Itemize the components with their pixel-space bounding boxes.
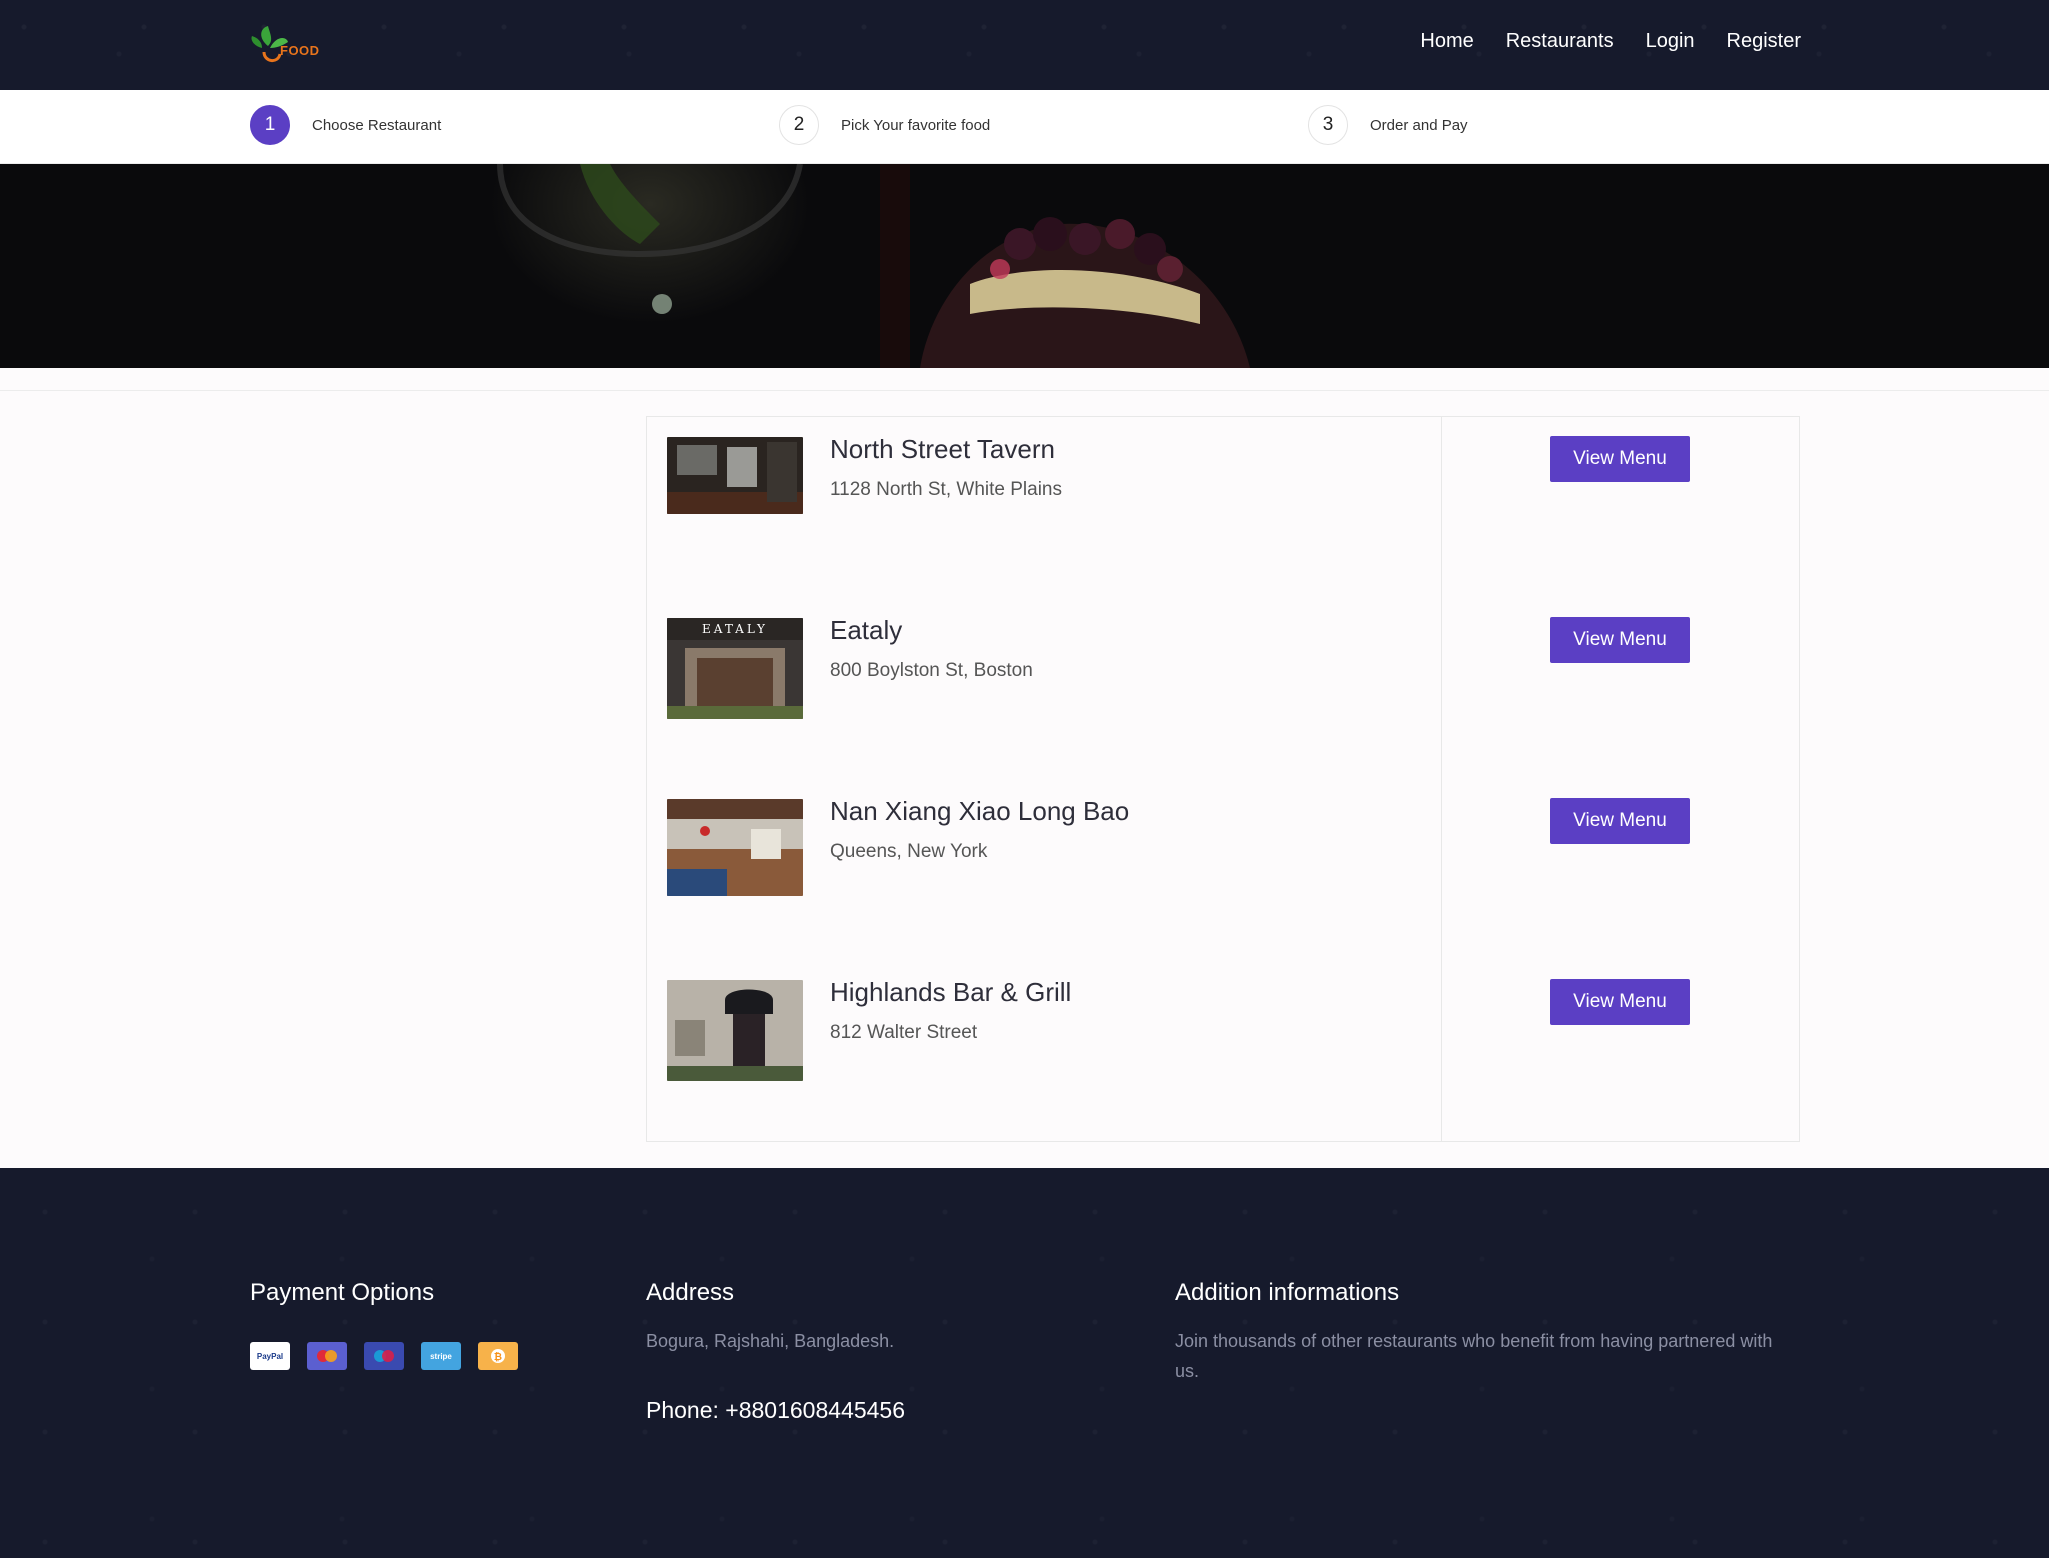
restaurant-address: 800 Boylston St, Boston [830, 660, 1033, 681]
payment-options-title: Payment Options [250, 1279, 435, 1306]
restaurant-name[interactable]: Eataly [830, 615, 902, 646]
nav-register[interactable]: Register [1727, 30, 1801, 53]
step-label: Choose Restaurant [312, 116, 442, 134]
nav-restaurants[interactable]: Restaurants [1506, 30, 1614, 53]
site-footer: Payment Options PayPal stripe ₿ Address … [0, 1168, 2049, 1558]
restaurant-name[interactable]: Highlands Bar & Grill [830, 977, 1071, 1008]
restaurant-list: North Street Tavern 1128 North St, White… [646, 416, 1800, 1142]
restaurant-address: 812 Walter Street [830, 1022, 978, 1043]
logo-text[interactable]: FOOD [280, 43, 320, 58]
step-label: Pick Your favorite food [841, 116, 991, 134]
top-navbar: FOOD Home Restaurants Login Register [0, 0, 2049, 90]
stripe-icon: stripe [421, 1342, 461, 1370]
phone-text: Phone: +8801608445456 [646, 1397, 906, 1423]
view-menu-button[interactable]: View Menu [1550, 436, 1690, 482]
paypal-icon: PayPal [250, 1342, 290, 1370]
step-number: 3 [1308, 105, 1348, 145]
restaurant-address: Queens, New York [830, 841, 988, 862]
eataly-sign-text: EATALY [702, 622, 768, 636]
restaurant-row: North Street Tavern 1128 North St, White… [647, 417, 1799, 537]
restaurant-name[interactable]: Nan Xiang Xiao Long Bao [830, 796, 1129, 827]
mastercard-icon [307, 1342, 347, 1370]
restaurant-thumbnail[interactable] [667, 437, 803, 514]
additional-info-title: Addition informations [1175, 1279, 1400, 1306]
restaurant-row: EATALY Eataly 800 Boylston St, Boston Vi… [647, 598, 1799, 719]
step-number: 1 [250, 105, 290, 145]
section-divider [0, 390, 2049, 391]
restaurant-thumbnail[interactable]: EATALY [667, 618, 803, 719]
hero-banner-image [0, 164, 2049, 368]
additional-info-text: Join thousands of other restaurants who … [1175, 1331, 1773, 1381]
bitcoin-icon: ₿ [478, 1342, 518, 1370]
order-steps: 1 Choose Restaurant 2 Pick Your favorite… [0, 90, 2049, 164]
step-pick-food: 2 Pick Your favorite food [779, 105, 990, 145]
view-menu-button[interactable]: View Menu [1550, 617, 1690, 663]
svg-text:₿: ₿ [494, 1351, 502, 1363]
maestro-icon [364, 1342, 404, 1370]
nav-home[interactable]: Home [1420, 30, 1473, 53]
view-menu-button[interactable]: View Menu [1550, 979, 1690, 1025]
restaurant-name[interactable]: North Street Tavern [830, 434, 1055, 465]
step-label: Order and Pay [1370, 116, 1468, 134]
payment-icons: PayPal stripe ₿ [250, 1342, 518, 1370]
restaurant-thumbnail[interactable] [667, 980, 803, 1081]
nav-login[interactable]: Login [1646, 30, 1695, 53]
step-number: 2 [779, 105, 819, 145]
restaurant-row: Highlands Bar & Grill 812 Walter Street … [647, 960, 1799, 1081]
address-title: Address [646, 1279, 735, 1306]
step-choose-restaurant: 1 Choose Restaurant [250, 105, 441, 145]
main-nav: Home Restaurants Login Register [1420, 30, 1801, 53]
address-text: Bogura, Rajshahi, Bangladesh. [646, 1331, 895, 1351]
view-menu-button[interactable]: View Menu [1550, 798, 1690, 844]
restaurant-address: 1128 North St, White Plains [830, 479, 1062, 500]
step-order-pay: 3 Order and Pay [1308, 105, 1468, 145]
restaurant-thumbnail[interactable] [667, 799, 803, 896]
restaurant-row: Nan Xiang Xiao Long Bao Queens, New York… [647, 779, 1799, 899]
